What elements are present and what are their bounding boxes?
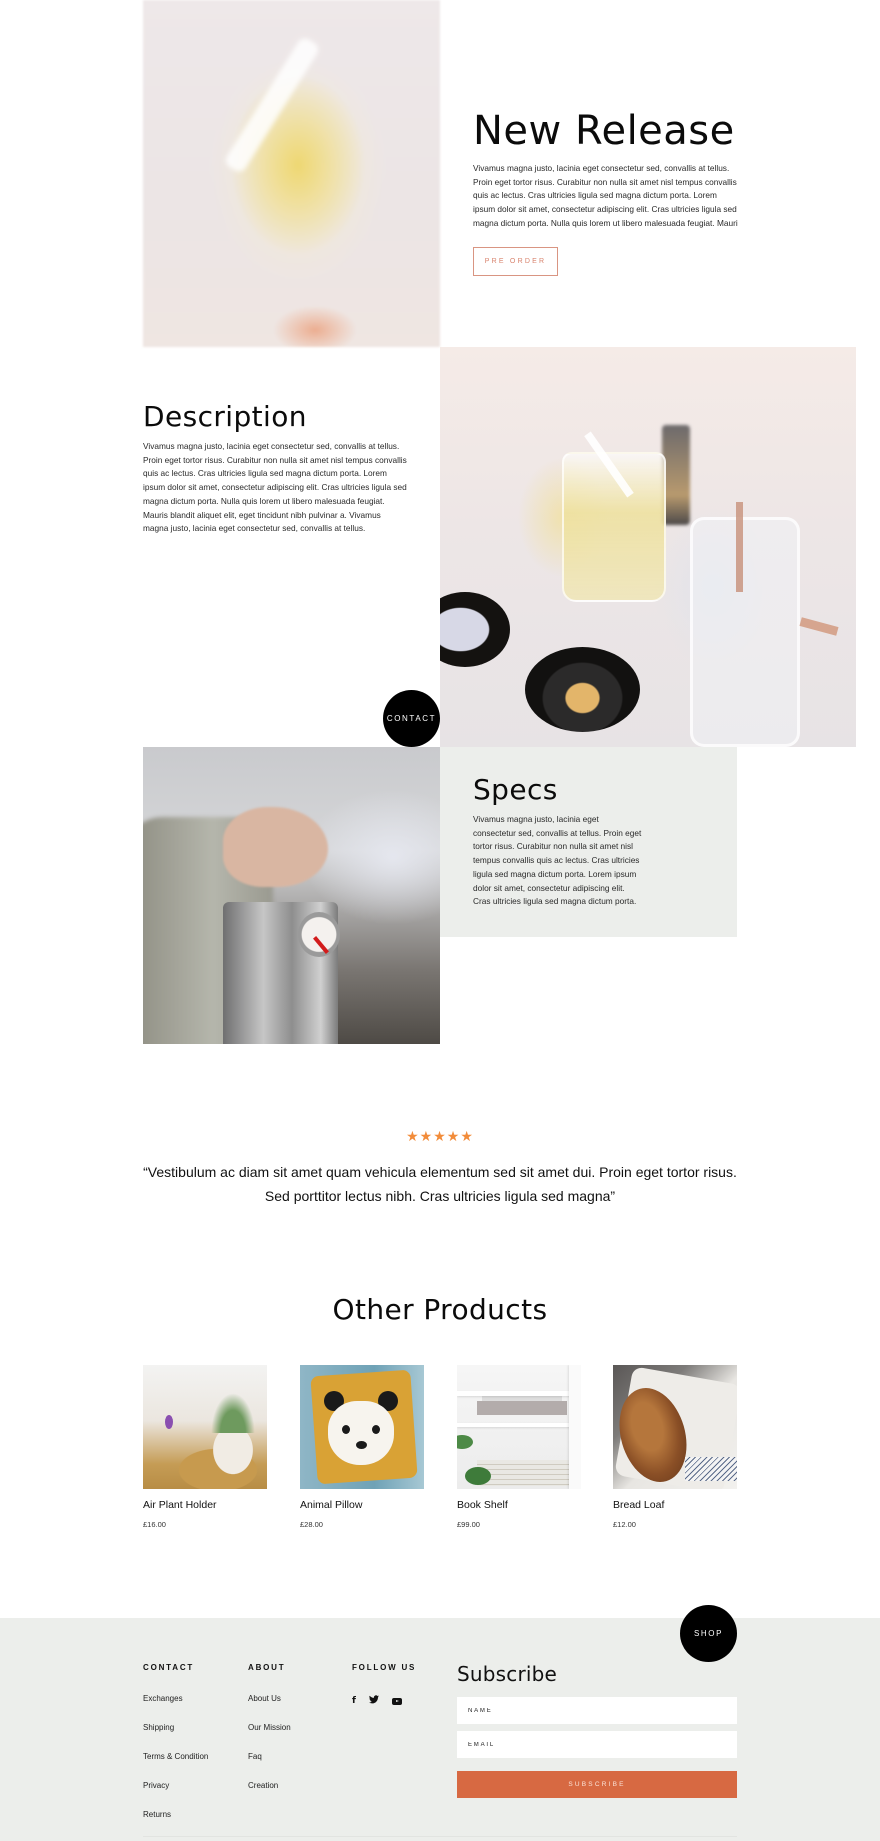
product-card[interactable]: Bread Loaf £12.00	[613, 1365, 737, 1529]
leaf-shape	[457, 1435, 473, 1449]
stir-stick-shape	[222, 35, 322, 175]
new-release-title: New Release	[473, 108, 735, 154]
footer-divider	[143, 1836, 737, 1837]
wick-shape	[736, 502, 743, 592]
shelf-side-shape	[569, 1365, 581, 1489]
footer-link-exchanges[interactable]: Exchanges	[143, 1694, 208, 1723]
description-text: Vivamus magna justo, lacinia eget consec…	[143, 441, 407, 534]
eye-shape	[372, 1425, 380, 1434]
book-shape	[477, 1401, 567, 1415]
pre-order-button[interactable]: PRE ORDER	[473, 247, 558, 276]
product-name[interactable]: Book Shelf	[457, 1499, 581, 1511]
description-title: Description	[143, 400, 307, 433]
product-price: £99.00	[457, 1520, 480, 1529]
footer-contact-links: Exchanges Shipping Terms & Condition Pri…	[143, 1694, 208, 1839]
product-price: £16.00	[143, 1520, 166, 1529]
footer-link-our-mission[interactable]: Our Mission	[248, 1723, 291, 1752]
subscribe-title: Subscribe	[457, 1662, 558, 1686]
product-image-bread-loaf[interactable]	[613, 1365, 737, 1489]
nose-shape	[356, 1441, 367, 1449]
footer-link-returns[interactable]: Returns	[143, 1810, 208, 1839]
shop-button[interactable]: SHOP	[680, 1605, 737, 1662]
new-release-text: Vivamus magna justo, lacinia eget consec…	[473, 163, 738, 228]
subscribe-button[interactable]: SUBSCRIBE	[457, 1771, 737, 1798]
hand-shape	[223, 807, 328, 887]
footer-link-faq[interactable]: Faq	[248, 1752, 291, 1781]
product-card[interactable]: Air Plant Holder £16.00	[143, 1365, 267, 1529]
leaf-shape	[465, 1467, 491, 1485]
footer-contact-heading: CONTACT	[143, 1663, 195, 1672]
name-input[interactable]	[457, 1697, 737, 1724]
testimonial-quote: “Vestibulum ac diam sit amet quam vehicu…	[143, 1164, 737, 1204]
face-shape	[328, 1401, 394, 1465]
thermometer-pitcher-image	[143, 747, 440, 1044]
email-input[interactable]	[457, 1731, 737, 1758]
product-image-air-plant-holder[interactable]	[143, 1365, 267, 1489]
youtube-icon[interactable]	[391, 1697, 402, 1705]
striped-towel-shape	[685, 1457, 737, 1481]
product-name[interactable]: Animal Pillow	[300, 1499, 424, 1511]
bottle-shape	[662, 425, 690, 525]
product-image-animal-pillow[interactable]	[300, 1365, 424, 1489]
facebook-icon[interactable]: f	[352, 1696, 356, 1706]
footer-link-terms[interactable]: Terms & Condition	[143, 1752, 208, 1781]
footer-about-heading: ABOUT	[248, 1663, 286, 1672]
flower-shape	[165, 1415, 173, 1429]
footer-link-creation[interactable]: Creation	[248, 1781, 291, 1810]
product-name[interactable]: Air Plant Holder	[143, 1499, 267, 1511]
product-price: £28.00	[300, 1520, 323, 1529]
contact-button[interactable]: CONTACT	[383, 690, 440, 747]
empty-jar-shape	[690, 517, 800, 747]
specs-text: Vivamus magna justo, lacinia eget consec…	[473, 814, 642, 907]
footer-link-privacy[interactable]: Privacy	[143, 1781, 208, 1810]
twitter-icon[interactable]	[368, 1695, 379, 1707]
plant-leaves-shape	[211, 1393, 255, 1433]
lid-shape	[525, 647, 640, 732]
footer-follow-heading: FOLLOW US	[352, 1663, 417, 1672]
footer-about-links: About Us Our Mission Faq Creation	[248, 1694, 291, 1810]
lid-shape	[440, 592, 510, 667]
other-products-title: Other Products	[332, 1293, 548, 1326]
candle-making-image	[440, 347, 856, 747]
eye-shape	[342, 1425, 350, 1434]
specs-title: Specs	[473, 773, 558, 806]
new-release-product-image	[143, 0, 440, 347]
wick-shape	[799, 617, 839, 636]
product-card[interactable]: Animal Pillow £28.00	[300, 1365, 424, 1529]
product-image-book-shelf[interactable]	[457, 1365, 581, 1489]
shelf-board-shape	[457, 1423, 581, 1427]
star-rating: ★★★★★	[406, 1129, 474, 1145]
product-card[interactable]: Book Shelf £99.00	[457, 1365, 581, 1529]
product-price: £12.00	[613, 1520, 636, 1529]
book-stack-shape	[477, 1460, 569, 1486]
shelf-board-shape	[457, 1391, 581, 1396]
footer-link-about-us[interactable]: About Us	[248, 1694, 291, 1723]
social-icons: f	[352, 1695, 402, 1707]
product-name[interactable]: Bread Loaf	[613, 1499, 737, 1511]
thermometer-dial-shape	[298, 912, 340, 957]
footer	[0, 1618, 880, 1841]
footer-link-shipping[interactable]: Shipping	[143, 1723, 208, 1752]
